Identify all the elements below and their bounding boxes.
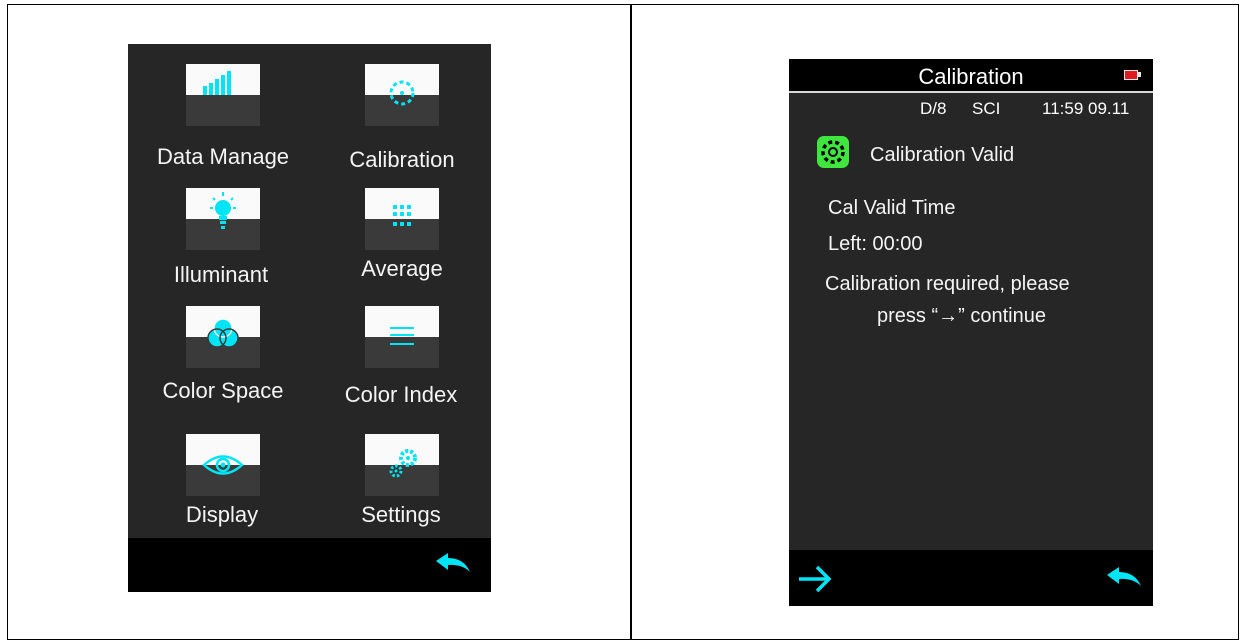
calibration-label: Calibration	[349, 147, 455, 172]
calibration-button[interactable]	[365, 64, 439, 126]
lines-icon	[390, 327, 414, 345]
display-label: Display	[185, 502, 259, 527]
back-arrow-icon[interactable]	[1105, 566, 1143, 590]
color-space-button[interactable]	[186, 306, 260, 368]
color-index-label: Color Index	[344, 382, 458, 407]
settings-button[interactable]	[365, 434, 439, 496]
cal-valid-time-label: Cal Valid Time	[828, 197, 956, 219]
battery-tip	[1138, 72, 1141, 77]
calibration-message-line2: press “→” continue	[877, 305, 1046, 327]
color-space-label: Color Space	[162, 378, 284, 403]
back-arrow-icon[interactable]	[434, 552, 472, 576]
color-index-button[interactable]	[365, 306, 439, 368]
data-manage-label: Data Manage	[156, 144, 290, 169]
page-title: Calibration	[918, 64, 1024, 89]
illuminant-label: Illuminant	[173, 262, 269, 287]
panel-divider	[630, 4, 632, 640]
average-button[interactable]	[365, 188, 439, 250]
calibration-valid-icon	[817, 136, 849, 168]
calibration-footer-bar	[789, 550, 1153, 606]
time-left-readout: Left: 00:00	[828, 233, 923, 255]
eye-icon	[202, 455, 244, 475]
main-menu-screen: Data Manage Calibration Illuminant Avera…	[128, 44, 491, 592]
mode-readout: SCI	[972, 99, 1001, 118]
signal-bars-icon	[203, 71, 231, 95]
settings-label: Settings	[361, 502, 441, 527]
calibration-header: Calibration	[789, 59, 1153, 93]
datetime-readout: 11:59 09.11	[1042, 99, 1130, 118]
calibration-message-line1: Calibration required, please	[825, 273, 1070, 295]
geometry-readout: D/8	[920, 99, 947, 118]
battery-icon	[1124, 70, 1138, 80]
data-manage-button[interactable]	[186, 64, 260, 126]
gears-icon	[389, 449, 417, 478]
right-arrow-icon[interactable]	[797, 564, 833, 594]
color-circles-icon	[207, 318, 239, 348]
calibration-screen: Calibration D/8 SCI 11:59 09.11 Calibrat…	[789, 59, 1153, 606]
calibration-status: Calibration Valid	[870, 144, 1015, 166]
display-button[interactable]	[186, 434, 260, 496]
illuminant-button[interactable]	[186, 188, 260, 250]
average-label: Average	[361, 256, 443, 281]
menu-footer-bar	[128, 538, 491, 592]
light-bulb-icon	[210, 192, 236, 229]
grid-dots-icon	[393, 205, 411, 226]
calibration-target-icon	[389, 80, 415, 106]
